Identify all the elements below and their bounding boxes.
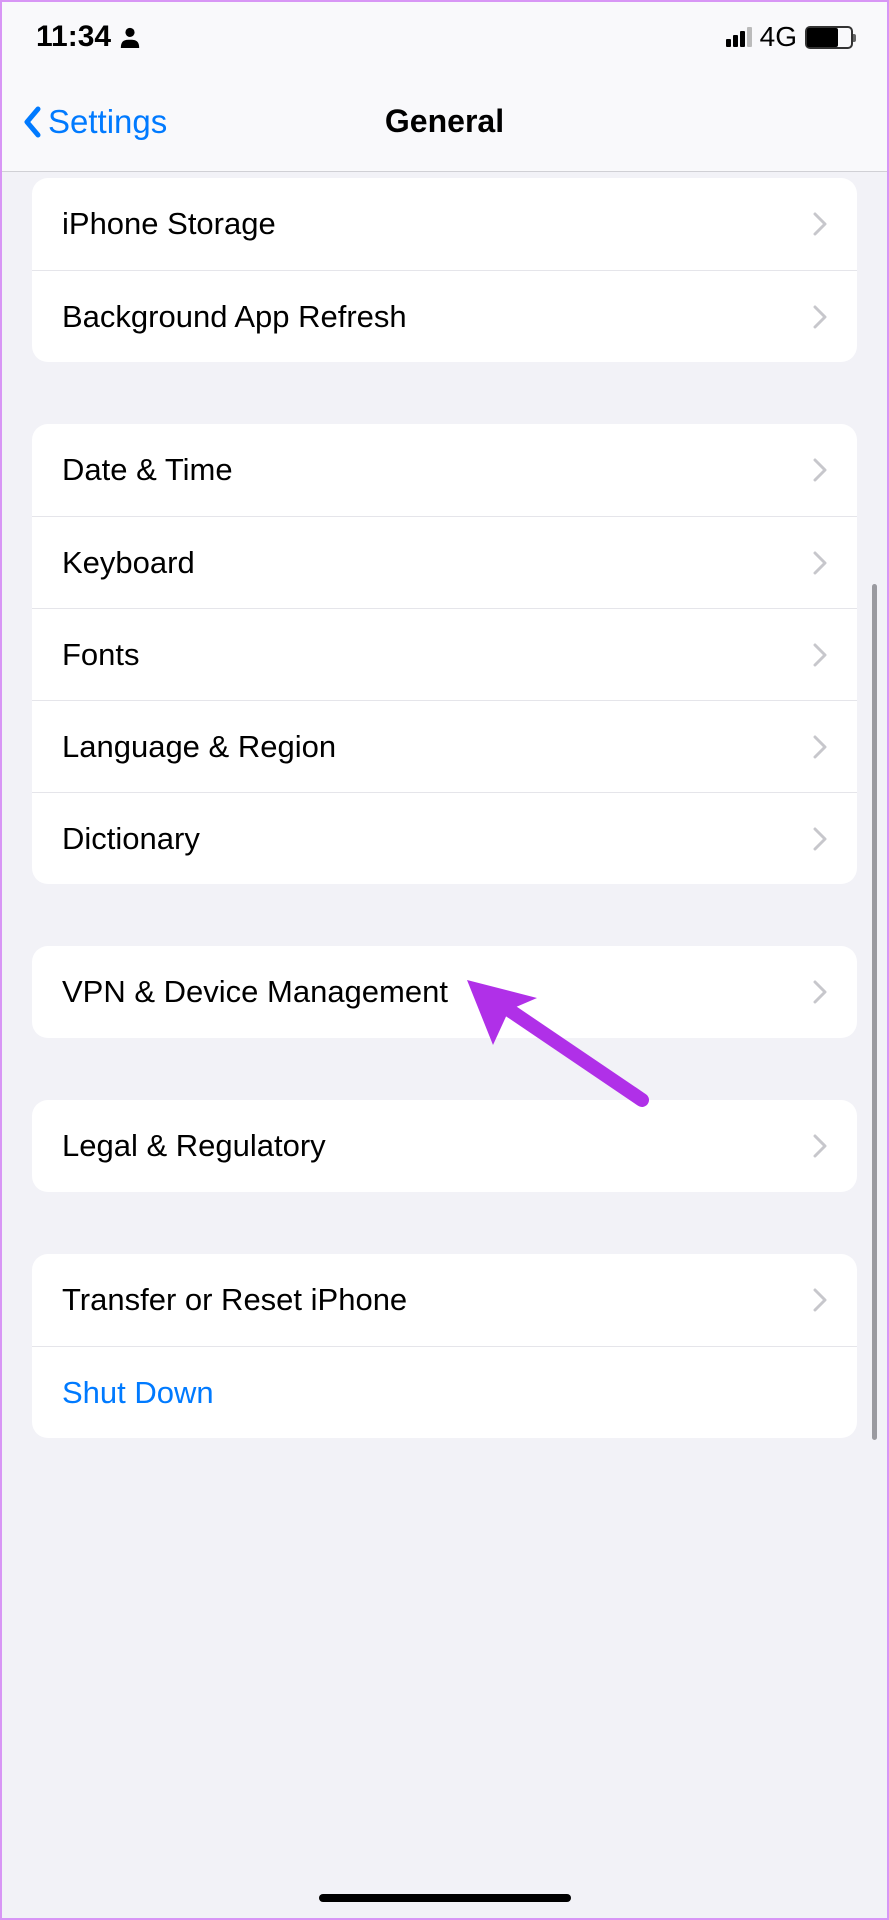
row-label: Language & Region (62, 729, 336, 765)
chevron-right-icon (813, 980, 827, 1004)
nav-header: Settings General (2, 72, 887, 172)
row-iphone-storage[interactable]: iPhone Storage (32, 178, 857, 270)
row-date-time[interactable]: Date & Time (32, 424, 857, 516)
row-shut-down[interactable]: Shut Down (32, 1346, 857, 1438)
chevron-left-icon (22, 106, 42, 138)
chevron-right-icon (813, 212, 827, 236)
scroll-indicator[interactable] (872, 584, 877, 1440)
status-left: 11:34 (36, 20, 141, 54)
back-button[interactable]: Settings (22, 103, 167, 141)
settings-group: VPN & Device Management (32, 946, 857, 1038)
row-vpn-device-management[interactable]: VPN & Device Management (32, 946, 857, 1038)
chevron-right-icon (813, 1134, 827, 1158)
battery-icon (805, 26, 853, 49)
chevron-right-icon (813, 643, 827, 667)
chevron-right-icon (813, 1288, 827, 1312)
content: iPhone Storage Background App Refresh Date… (2, 178, 887, 1498)
row-label: Shut Down (62, 1375, 214, 1411)
settings-group: Legal & Regulatory (32, 1100, 857, 1192)
person-icon (119, 25, 141, 49)
row-label: Keyboard (62, 545, 195, 581)
chevron-right-icon (813, 827, 827, 851)
row-keyboard[interactable]: Keyboard (32, 516, 857, 608)
network-label: 4G (760, 21, 797, 53)
row-legal-regulatory[interactable]: Legal & Regulatory (32, 1100, 857, 1192)
status-time: 11:34 (36, 20, 111, 54)
row-dictionary[interactable]: Dictionary (32, 792, 857, 884)
row-fonts[interactable]: Fonts (32, 608, 857, 700)
row-label: VPN & Device Management (62, 974, 448, 1010)
home-indicator[interactable] (319, 1894, 571, 1902)
page-title: General (385, 103, 504, 140)
settings-group: iPhone Storage Background App Refresh (32, 178, 857, 362)
row-background-app-refresh[interactable]: Background App Refresh (32, 270, 857, 362)
row-label: iPhone Storage (62, 206, 276, 242)
row-label: Legal & Regulatory (62, 1128, 326, 1164)
signal-icon (726, 27, 752, 47)
chevron-right-icon (813, 735, 827, 759)
row-label: Date & Time (62, 452, 233, 488)
status-right: 4G (726, 21, 853, 53)
row-label: Dictionary (62, 821, 200, 857)
status-bar: 11:34 4G (2, 2, 887, 72)
chevron-right-icon (813, 551, 827, 575)
back-label: Settings (48, 103, 167, 141)
row-label: Fonts (62, 637, 140, 673)
row-label: Background App Refresh (62, 299, 407, 335)
row-label: Transfer or Reset iPhone (62, 1282, 407, 1318)
settings-group: Date & Time Keyboard Fonts Language & Regio… (32, 424, 857, 884)
row-language-region[interactable]: Language & Region (32, 700, 857, 792)
row-transfer-reset[interactable]: Transfer or Reset iPhone (32, 1254, 857, 1346)
settings-group: Transfer or Reset iPhone Shut Down (32, 1254, 857, 1438)
chevron-right-icon (813, 305, 827, 329)
chevron-right-icon (813, 458, 827, 482)
